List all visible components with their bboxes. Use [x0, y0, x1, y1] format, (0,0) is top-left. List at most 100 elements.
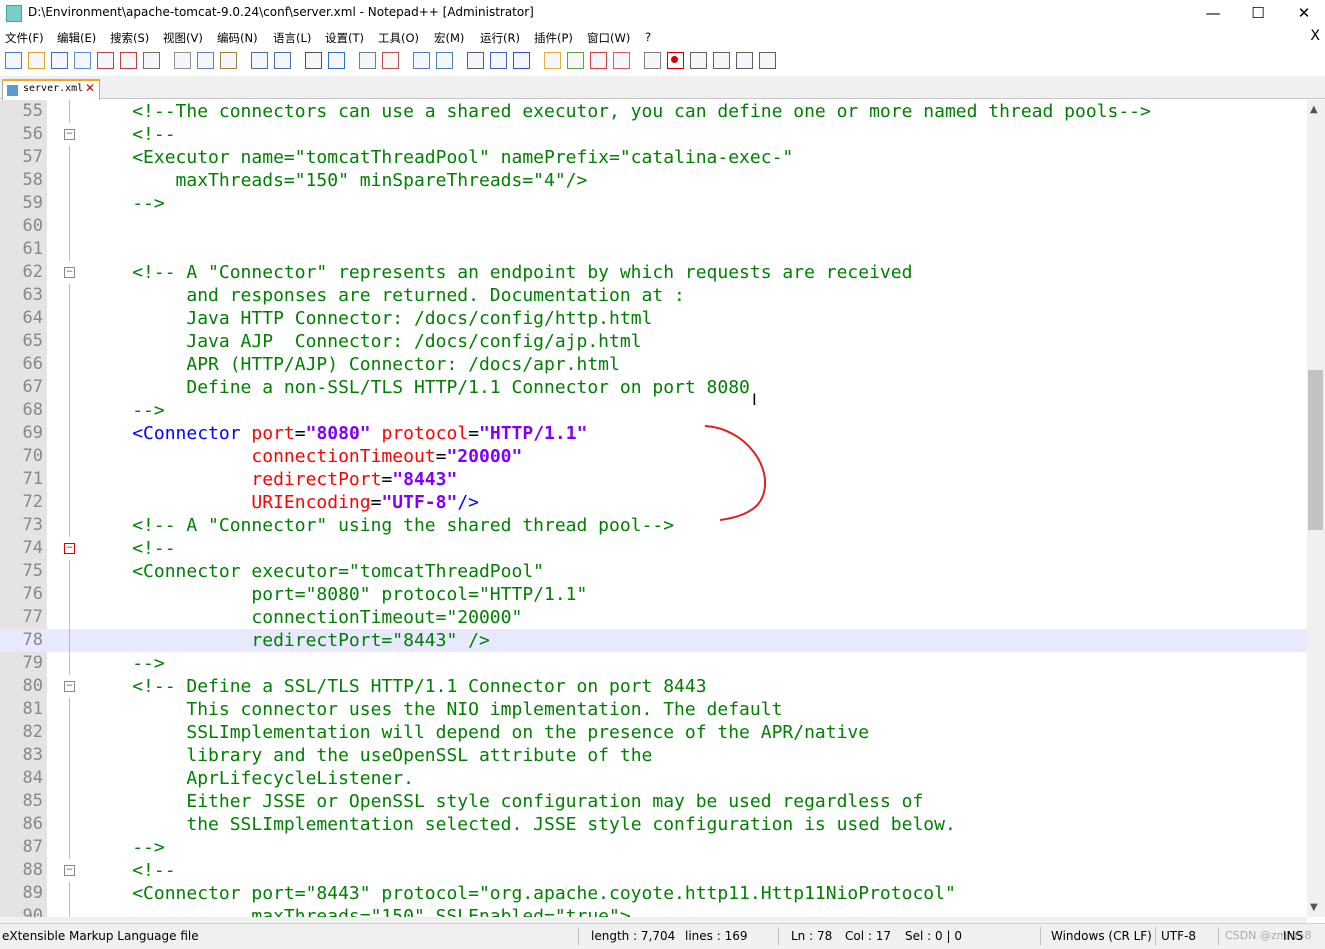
code-line[interactable]: 79 --> — [0, 652, 1307, 675]
wrap-icon[interactable] — [467, 52, 484, 69]
fold-toggle-icon[interactable]: − — [64, 267, 75, 278]
code-line[interactable]: 58 maxThreads="150" minSpareThreads="4"/… — [0, 169, 1307, 192]
folder-workspace-icon[interactable] — [613, 52, 630, 69]
open-file-icon[interactable] — [28, 52, 45, 69]
tab-server-xml[interactable]: server.xml ✕ — [2, 79, 100, 100]
paste-icon[interactable] — [220, 52, 237, 69]
menu-run[interactable]: 运行(R) — [480, 30, 520, 46]
udl-icon[interactable] — [544, 52, 561, 69]
zoom-in-icon[interactable] — [359, 52, 376, 69]
code-line[interactable]: 73 <!-- A "Connector" using the shared t… — [0, 514, 1307, 537]
scroll-down-icon[interactable]: ▼ — [1310, 902, 1318, 913]
minimize-button[interactable]: — — [1198, 3, 1228, 23]
code-line[interactable]: 75 <Connector executor="tomcatThreadPool… — [0, 560, 1307, 583]
menu-file[interactable]: 文件(F) — [5, 30, 44, 46]
new-file-icon[interactable] — [5, 52, 22, 69]
code-line[interactable]: 64 Java HTTP Connector: /docs/config/htt… — [0, 307, 1307, 330]
menu-plugins[interactable]: 插件(P) — [534, 30, 573, 46]
code-line[interactable]: 80 − <!-- Define a SSL/TLS HTTP/1.1 Conne… — [0, 675, 1307, 698]
code-line[interactable]: 83 library and the useOpenSSL attribute … — [0, 744, 1307, 767]
tab-close-icon[interactable]: ✕ — [85, 81, 95, 95]
save-macro-icon[interactable] — [759, 52, 776, 69]
sync-h-icon[interactable] — [436, 52, 453, 69]
code-line[interactable]: 85 Either JSSE or OpenSSL style configur… — [0, 790, 1307, 813]
run-macro-multiple-icon[interactable] — [736, 52, 753, 69]
code-line[interactable]: 81 This connector uses the NIO implement… — [0, 698, 1307, 721]
stop-macro-icon[interactable] — [690, 52, 707, 69]
notepadpp-app-icon — [6, 5, 22, 22]
find-icon[interactable] — [305, 52, 322, 69]
undo-icon[interactable] — [251, 52, 268, 69]
close-all-icon[interactable] — [120, 52, 137, 69]
code-line[interactable]: 77 connectionTimeout="20000" — [0, 606, 1307, 629]
code-line[interactable]: 87 --> — [0, 836, 1307, 859]
scrollbar-thumb[interactable] — [1308, 370, 1323, 530]
code-line[interactable]: 69 <Connector port="8080" protocol="HTTP… — [0, 422, 1307, 445]
save-all-icon[interactable] — [74, 52, 91, 69]
menu-encoding[interactable]: 编码(N) — [217, 30, 258, 46]
code-line[interactable]: 88 − <!-- — [0, 859, 1307, 882]
maximize-button[interactable]: ☐ — [1243, 3, 1273, 23]
play-macro-icon[interactable] — [713, 52, 730, 69]
doc-map-icon[interactable] — [567, 52, 584, 69]
fold-toggle-icon[interactable]: − — [64, 681, 75, 692]
code-line[interactable]: 68 --> — [0, 399, 1307, 422]
code-line[interactable]: 57 <Executor name="tomcatThreadPool" nam… — [0, 146, 1307, 169]
copy-icon[interactable] — [197, 52, 214, 69]
menu-window[interactable]: 窗口(W) — [587, 30, 630, 46]
menu-search[interactable]: 搜索(S) — [110, 30, 149, 46]
line-number: 89 — [22, 883, 43, 903]
code-line[interactable]: 89 <Connector port="8443" protocol="org.… — [0, 882, 1307, 905]
code-line[interactable]: 55 <!--The connectors can use a shared e… — [0, 100, 1307, 123]
code-editor[interactable]: 55 <!--The connectors can use a shared e… — [0, 100, 1307, 917]
close-window-button[interactable]: ✕ — [1289, 3, 1319, 23]
code-line[interactable]: 76 port="8080" protocol="HTTP/1.1" — [0, 583, 1307, 606]
menu-bar: 文件(F) 编辑(E) 搜索(S) 视图(V) 编码(N) 语言(L) 设置(T… — [0, 27, 1325, 47]
code-line[interactable]: 62 − <!-- A "Connector" represents an end… — [0, 261, 1307, 284]
code-line[interactable]: 60 — [0, 215, 1307, 238]
save-icon[interactable] — [51, 52, 68, 69]
menu-macro[interactable]: 宏(M) — [434, 30, 464, 46]
redo-icon[interactable] — [274, 52, 291, 69]
code-line[interactable]: 66 APR (HTTP/AJP) Connector: /docs/apr.h… — [0, 353, 1307, 376]
code-line[interactable]: 56 − <!-- — [0, 123, 1307, 146]
replace-icon[interactable] — [328, 52, 345, 69]
menu-help[interactable]: ? — [645, 30, 651, 44]
code-line[interactable]: 67 Define a non-SSL/TLS HTTP/1.1 Connect… — [0, 376, 1307, 399]
zoom-out-icon[interactable] — [382, 52, 399, 69]
menu-tools[interactable]: 工具(O) — [378, 30, 419, 46]
fold-toggle-icon[interactable]: − — [64, 129, 75, 140]
code-line[interactable]: 86 the SSLImplementation selected. JSSE … — [0, 813, 1307, 836]
print-icon[interactable] — [143, 52, 160, 69]
record-macro-icon[interactable] — [667, 52, 684, 69]
code-line[interactable]: 61 — [0, 238, 1307, 261]
fold-toggle-icon[interactable]: − — [64, 543, 75, 554]
fold-toggle-icon[interactable]: − — [64, 865, 75, 876]
code-line[interactable]: 59 --> — [0, 192, 1307, 215]
code-line[interactable]: 74 − <!-- — [0, 537, 1307, 560]
menu-edit[interactable]: 编辑(E) — [57, 30, 96, 46]
menu-language[interactable]: 语言(L) — [273, 30, 311, 46]
all-chars-icon[interactable] — [490, 52, 507, 69]
code-line[interactable]: 78 redirectPort="8443" /> — [0, 629, 1307, 652]
monitor-icon[interactable] — [644, 52, 661, 69]
code-line[interactable]: 71 redirectPort="8443" — [0, 468, 1307, 491]
close-document-button[interactable]: X — [1310, 28, 1320, 44]
function-list-icon[interactable] — [590, 52, 607, 69]
code-line[interactable]: 63 and responses are returned. Documenta… — [0, 284, 1307, 307]
indent-guide-icon[interactable] — [513, 52, 530, 69]
scroll-up-icon[interactable]: ▲ — [1310, 104, 1318, 115]
menu-view[interactable]: 视图(V) — [163, 30, 203, 46]
close-icon[interactable] — [97, 52, 114, 69]
code-line[interactable]: 90 maxThreads="150" SSLEnabled="true"> — [0, 905, 1307, 917]
code-line[interactable]: 82 SSLImplementation will depend on the … — [0, 721, 1307, 744]
code-line[interactable]: 65 Java AJP Connector: /docs/config/ajp.… — [0, 330, 1307, 353]
menu-settings[interactable]: 设置(T) — [325, 30, 364, 46]
code-line[interactable]: 84 AprLifecycleListener. — [0, 767, 1307, 790]
fold-guide — [69, 629, 70, 652]
vertical-scrollbar[interactable]: ▲ ▼ — [1307, 100, 1325, 917]
code-line[interactable]: 72 URIEncoding="UTF-8"/> — [0, 491, 1307, 514]
sync-v-icon[interactable] — [413, 52, 430, 69]
cut-icon[interactable] — [174, 52, 191, 69]
code-line[interactable]: 70 connectionTimeout="20000" — [0, 445, 1307, 468]
